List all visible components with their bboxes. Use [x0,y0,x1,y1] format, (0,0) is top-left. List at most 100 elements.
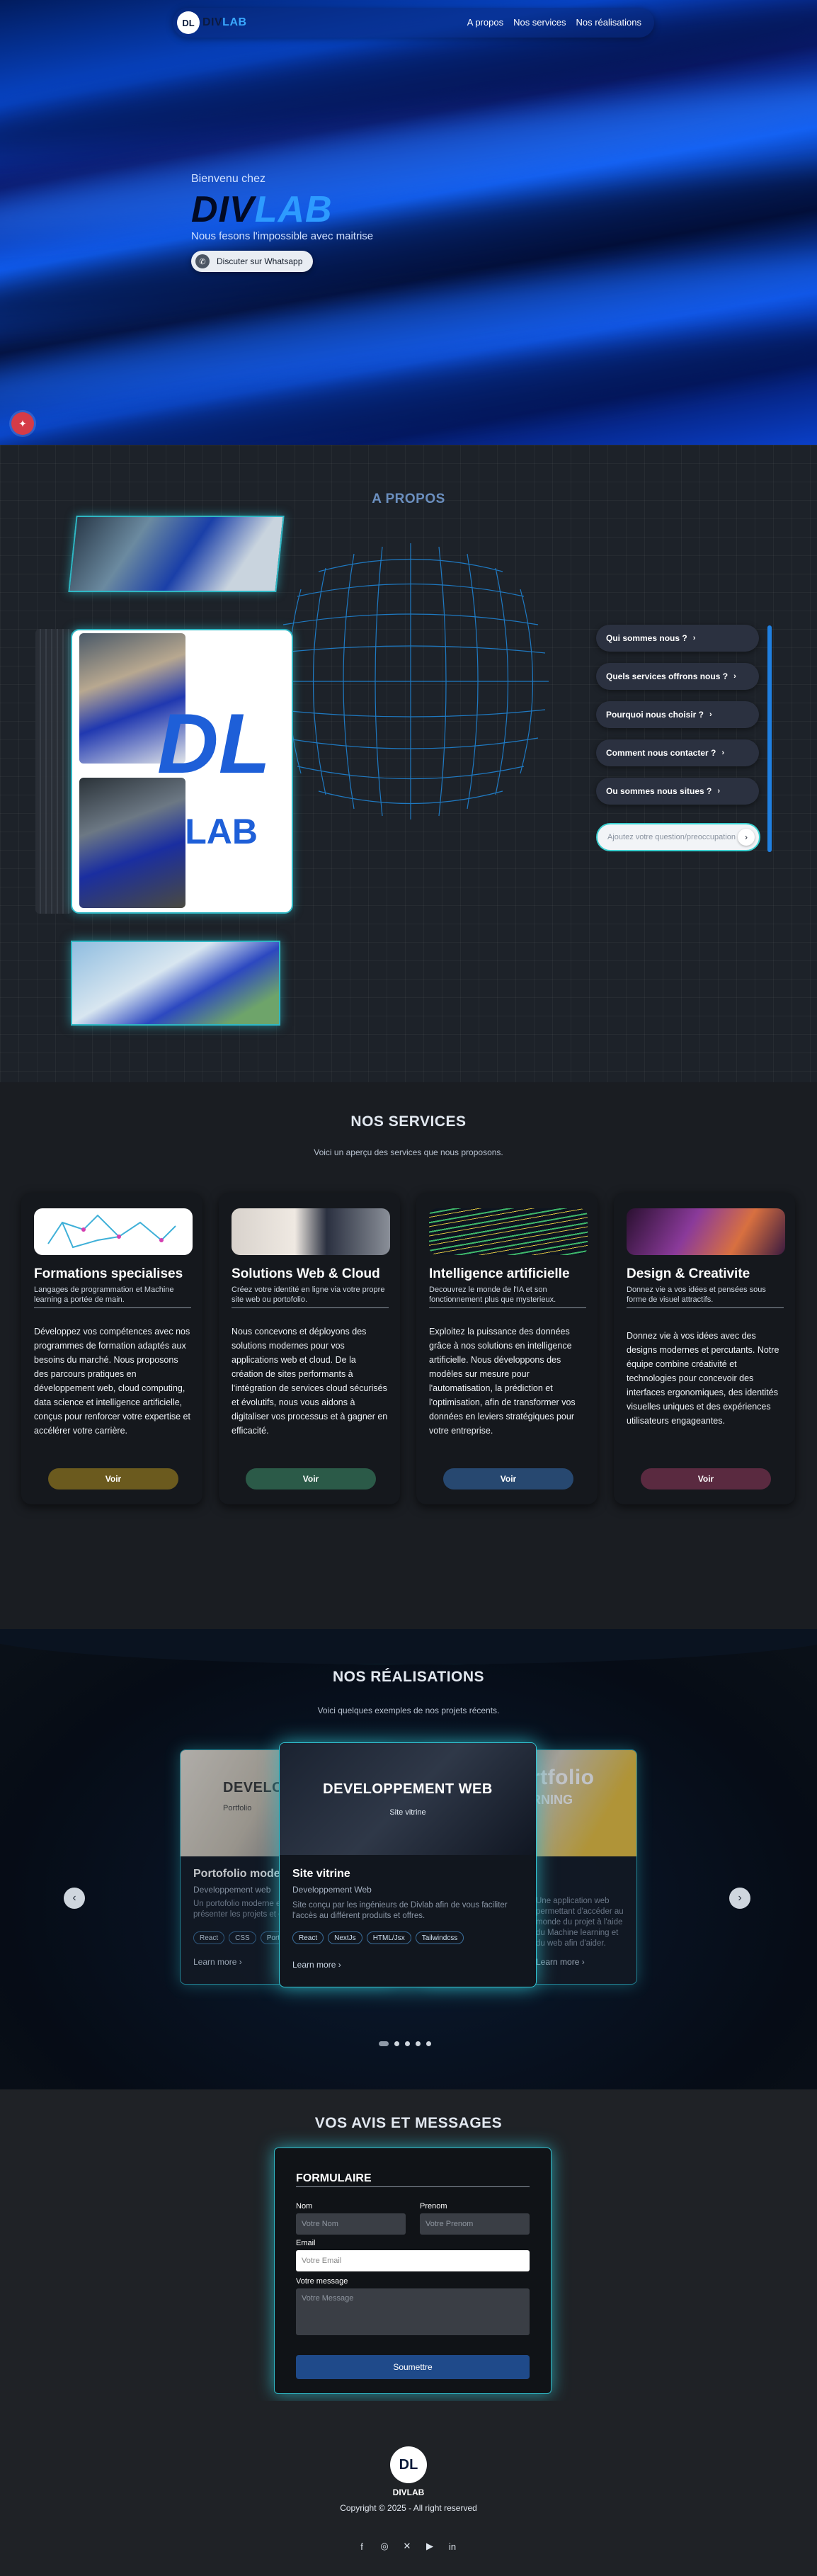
service-card: Intelligence artificielle Decouvrez le m… [416,1193,598,1504]
project-title: Portofolio mode [193,1868,280,1880]
avis-section: VOS AVIS ET MESSAGES FORMULAIRE Nom Pren… [0,2089,817,2401]
nom-input[interactable] [296,2213,406,2235]
faq-scrollbar[interactable] [767,625,772,852]
tag: NextJs [328,1931,362,1944]
service-title: Solutions Web & Cloud [232,1266,380,1281]
instagram-icon[interactable]: ◎ [378,2540,391,2553]
divider [627,1307,784,1308]
apropos-title: A PROPOS [372,492,445,506]
carousel-dot[interactable] [426,2041,431,2046]
message-label: Votre message [296,2277,348,2286]
voir-button[interactable]: Voir [443,1468,573,1490]
carousel-dot[interactable] [405,2041,410,2046]
nav-brand[interactable]: DIVLAB [202,16,247,29]
carousel-dot[interactable] [416,2041,421,2046]
whatsapp-label: Discuter sur Whatsapp [217,256,303,266]
dl-logo-text: LAB [185,812,258,851]
submit-button[interactable]: Soumettre [296,2355,530,2379]
nav-link-apropos[interactable]: A propos [467,17,503,28]
voir-button[interactable]: Voir [641,1468,771,1490]
project-description: Site conçu par les ingénieurs de Divlab … [292,1901,508,1920]
service-subtitle: Decouvrez le monde de l'IA et son foncti… [429,1286,556,1304]
nom-label: Nom [296,2202,313,2211]
chevron-right-icon: › [717,787,721,795]
service-title: Intelligence artificielle [429,1266,570,1281]
avis-title: VOS AVIS ET MESSAGES [314,2115,503,2131]
team-photo-top [68,516,285,592]
project-image: DEVELOPPEMENT WEB Site vitrine [280,1743,536,1855]
service-image-laptop [232,1208,390,1255]
tag: HTML/Jsx [366,1931,411,1944]
project-card-active[interactable]: DEVELOPPEMENT WEB Site vitrine Site vitr… [279,1742,537,1987]
social-links: f ◎ ✕ ▶ in [355,2540,459,2553]
send-icon[interactable]: › [738,829,755,846]
project-overlay-subtitle: Site vitrine [389,1808,426,1817]
form-title: FORMULAIRE [296,2172,372,2184]
divider [232,1307,389,1308]
voir-button[interactable]: Voir [246,1468,376,1490]
message-textarea[interactable] [296,2288,530,2335]
voir-button[interactable]: Voir [48,1468,178,1490]
dl-logo-mark: DL [157,696,270,791]
prenom-input[interactable] [420,2213,530,2235]
service-description: Exploitez la puissance des données grâce… [429,1327,576,1436]
chevron-left-icon[interactable]: ‹ [64,1888,85,1909]
service-card: Solutions Web & Cloud Créez votre identi… [219,1193,400,1504]
faq-contact[interactable]: Comment nous contacter ? › [596,739,759,766]
tag: React [193,1931,225,1944]
service-description: Nous concevons et déployons des solution… [232,1327,388,1436]
photo-stack [35,629,72,914]
service-title: Design & Creativite [627,1266,750,1281]
project-title: Site vitrine [292,1868,350,1880]
learn-more-link[interactable]: Learn more › [193,1957,242,1967]
team-photo-bottom [71,941,280,1026]
x-icon[interactable]: ✕ [401,2540,413,2553]
whatsapp-icon: ✆ [195,254,210,268]
facebook-icon[interactable]: f [355,2540,368,2553]
footer: DL DIVLAB Copyright © 2025 - All right r… [0,2401,817,2576]
apropos-section: A PROPOS DL LAB Qui sommes nous ? › Quels… [0,445,817,1082]
services-subtitle: Voici un aperçu des services que nous pr… [314,1147,503,1157]
realisations-subtitle: Voici quelques exemples de nos projets r… [317,1706,500,1715]
nav-logo[interactable]: DL [177,11,200,34]
service-image-keyboard [627,1208,785,1255]
nav-link-realisations[interactable]: Nos réalisations [576,17,642,28]
service-subtitle: Créez votre identité en ligne via votre … [232,1286,385,1304]
footer-brand: DIVLAB [392,2487,425,2497]
service-image-code [429,1208,588,1255]
question-input[interactable]: Ajoutez votre question/preoccupation › [596,823,760,851]
service-description: Donnez vie à vos idées avec des designs … [627,1331,779,1426]
whatsapp-button[interactable]: ✆ Discuter sur Whatsapp [191,251,313,272]
service-title: Formations specialises [34,1266,183,1281]
chevron-right-icon: › [721,749,725,757]
service-subtitle: Langages de programmation et Machine lea… [34,1286,174,1304]
chevron-right-icon[interactable]: › [729,1888,750,1909]
hero-tagline: Nous fesons l'impossible avec maitrise [191,230,374,242]
dark-wave [0,1629,817,1664]
tag: Tailwindcss [415,1931,464,1944]
youtube-icon[interactable]: ▶ [423,2540,436,2553]
project-category: Developpement Web [292,1885,372,1895]
chevron-right-icon: › [733,672,736,681]
prenom-label: Prenom [420,2202,447,2211]
carousel-dot[interactable] [394,2041,399,2046]
faq-location[interactable]: Ou sommes nous situes ? › [596,778,759,805]
footer-logo[interactable]: DL [390,2446,427,2483]
linkedin-icon[interactable]: in [446,2540,459,2553]
carousel-dot-active[interactable] [379,2041,389,2046]
services-title: NOS SERVICES [350,1113,467,1130]
navbar: DL DIVLAB A propos Nos services Nos réal… [173,8,654,38]
sparkle-icon[interactable]: ✦ [11,412,34,435]
learn-more-link[interactable]: Learn more › [292,1960,341,1970]
hero-welcome: Bienvenu chez [191,173,265,185]
faq-why[interactable]: Pourquoi nous choisir ? › [596,701,759,728]
email-input[interactable] [296,2250,530,2271]
faq-services[interactable]: Quels services offrons nous ? › [596,663,759,690]
faq-who[interactable]: Qui sommes nous ? › [596,625,759,652]
nav-link-services[interactable]: Nos services [513,17,566,28]
project-overlay-title: DEVELOPPEMENT WEB [323,1781,493,1797]
project-category: Developpement web [193,1885,271,1895]
project-tags: React NextJs HTML/Jsx Tailwindcss [292,1931,464,1944]
service-subtitle: Donnez vie a vos idées et pensées sous f… [627,1286,766,1304]
learn-more-link[interactable]: Learn more › [536,1957,585,1967]
